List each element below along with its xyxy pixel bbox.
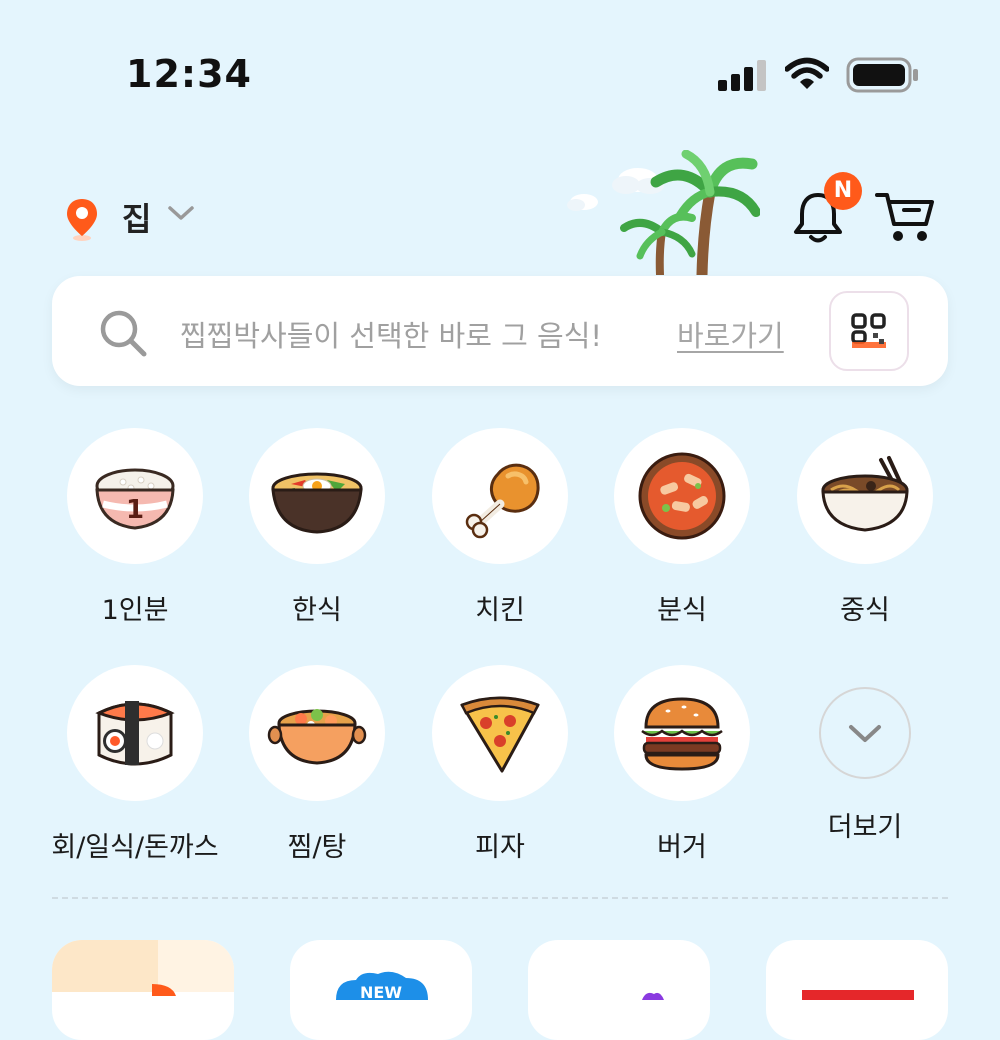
search-placeholder[interactable]: 찝찝박사들이 선택한 바로 그 음식! bbox=[180, 313, 602, 355]
banner-purple-logo bbox=[642, 992, 664, 1000]
category-2[interactable]: 한식 bbox=[227, 428, 407, 627]
category-label: 찜/탕 bbox=[287, 832, 347, 863]
category-8[interactable]: 피자 bbox=[410, 665, 590, 864]
banner-red-logo bbox=[802, 990, 914, 1000]
category-label: 치킨 bbox=[475, 595, 525, 626]
cart-icon[interactable] bbox=[874, 190, 936, 244]
tteokbokki-icon bbox=[638, 452, 726, 540]
category-7[interactable]: 찜/탕 bbox=[227, 665, 407, 864]
category-label: 한식 bbox=[292, 595, 342, 626]
category-3[interactable]: 치킨 bbox=[410, 428, 590, 627]
banner-card-3[interactable] bbox=[528, 940, 710, 1040]
notification-badge: N bbox=[824, 172, 862, 210]
category-more[interactable]: 더보기 bbox=[775, 665, 955, 844]
chicken-leg-icon bbox=[465, 463, 540, 539]
chevron-down-icon bbox=[849, 725, 881, 742]
category-label: 1인분 bbox=[101, 595, 169, 626]
category-label: 버거 bbox=[657, 832, 707, 863]
search-icon bbox=[100, 310, 147, 357]
category-label: 중식 bbox=[840, 595, 890, 626]
location-pin-icon[interactable] bbox=[64, 196, 100, 244]
status-bar: 12:34 bbox=[0, 0, 1000, 150]
category-5[interactable]: 중식 bbox=[775, 428, 955, 627]
noodle-bowl-icon bbox=[821, 456, 909, 532]
search-bar[interactable]: 찝찝박사들이 선택한 바로 그 음식! 바로가기 bbox=[52, 276, 948, 386]
category-1[interactable]: 1 1인분 bbox=[45, 428, 225, 627]
section-divider bbox=[52, 897, 948, 899]
new-badge-icon: NEW bbox=[336, 971, 428, 1002]
svg-text:1: 1 bbox=[126, 495, 144, 525]
status-time: 12:34 bbox=[126, 52, 252, 96]
category-4[interactable]: 분식 bbox=[592, 428, 772, 627]
search-shortcut-link[interactable]: 바로가기 bbox=[677, 313, 784, 355]
chevron-down-icon[interactable] bbox=[166, 202, 196, 224]
category-6[interactable]: 회/일식/돈까스 bbox=[45, 665, 225, 864]
wifi-icon bbox=[785, 57, 829, 89]
category-label: 더보기 bbox=[827, 812, 903, 843]
qr-code-icon bbox=[851, 313, 886, 348]
palm-tree-illustration bbox=[567, 150, 760, 275]
category-label: 회/일식/돈까스 bbox=[51, 832, 219, 863]
stew-pot-icon bbox=[267, 709, 367, 765]
banner-card-4[interactable] bbox=[766, 940, 948, 1040]
svg-text:NEW: NEW bbox=[360, 983, 402, 1000]
banner-card-2[interactable]: NEW bbox=[290, 940, 472, 1040]
banner-card-1[interactable] bbox=[52, 940, 234, 1040]
signal-icon bbox=[718, 60, 766, 91]
pizza-slice-icon bbox=[460, 696, 540, 773]
battery-icon bbox=[846, 57, 918, 93]
app-header: 집 N bbox=[0, 150, 1000, 275]
bibimbap-icon bbox=[271, 472, 363, 534]
banner-orange-logo bbox=[52, 940, 234, 1000]
location-label[interactable]: 집 bbox=[122, 194, 151, 240]
sushi-icon bbox=[95, 701, 175, 766]
qr-scan-button[interactable] bbox=[829, 291, 909, 371]
category-label: 분식 bbox=[657, 595, 707, 626]
burger-icon bbox=[641, 697, 723, 771]
category-label: 피자 bbox=[475, 832, 525, 863]
rice-bowl-icon: 1 bbox=[95, 468, 175, 530]
category-9[interactable]: 버거 bbox=[592, 665, 772, 864]
